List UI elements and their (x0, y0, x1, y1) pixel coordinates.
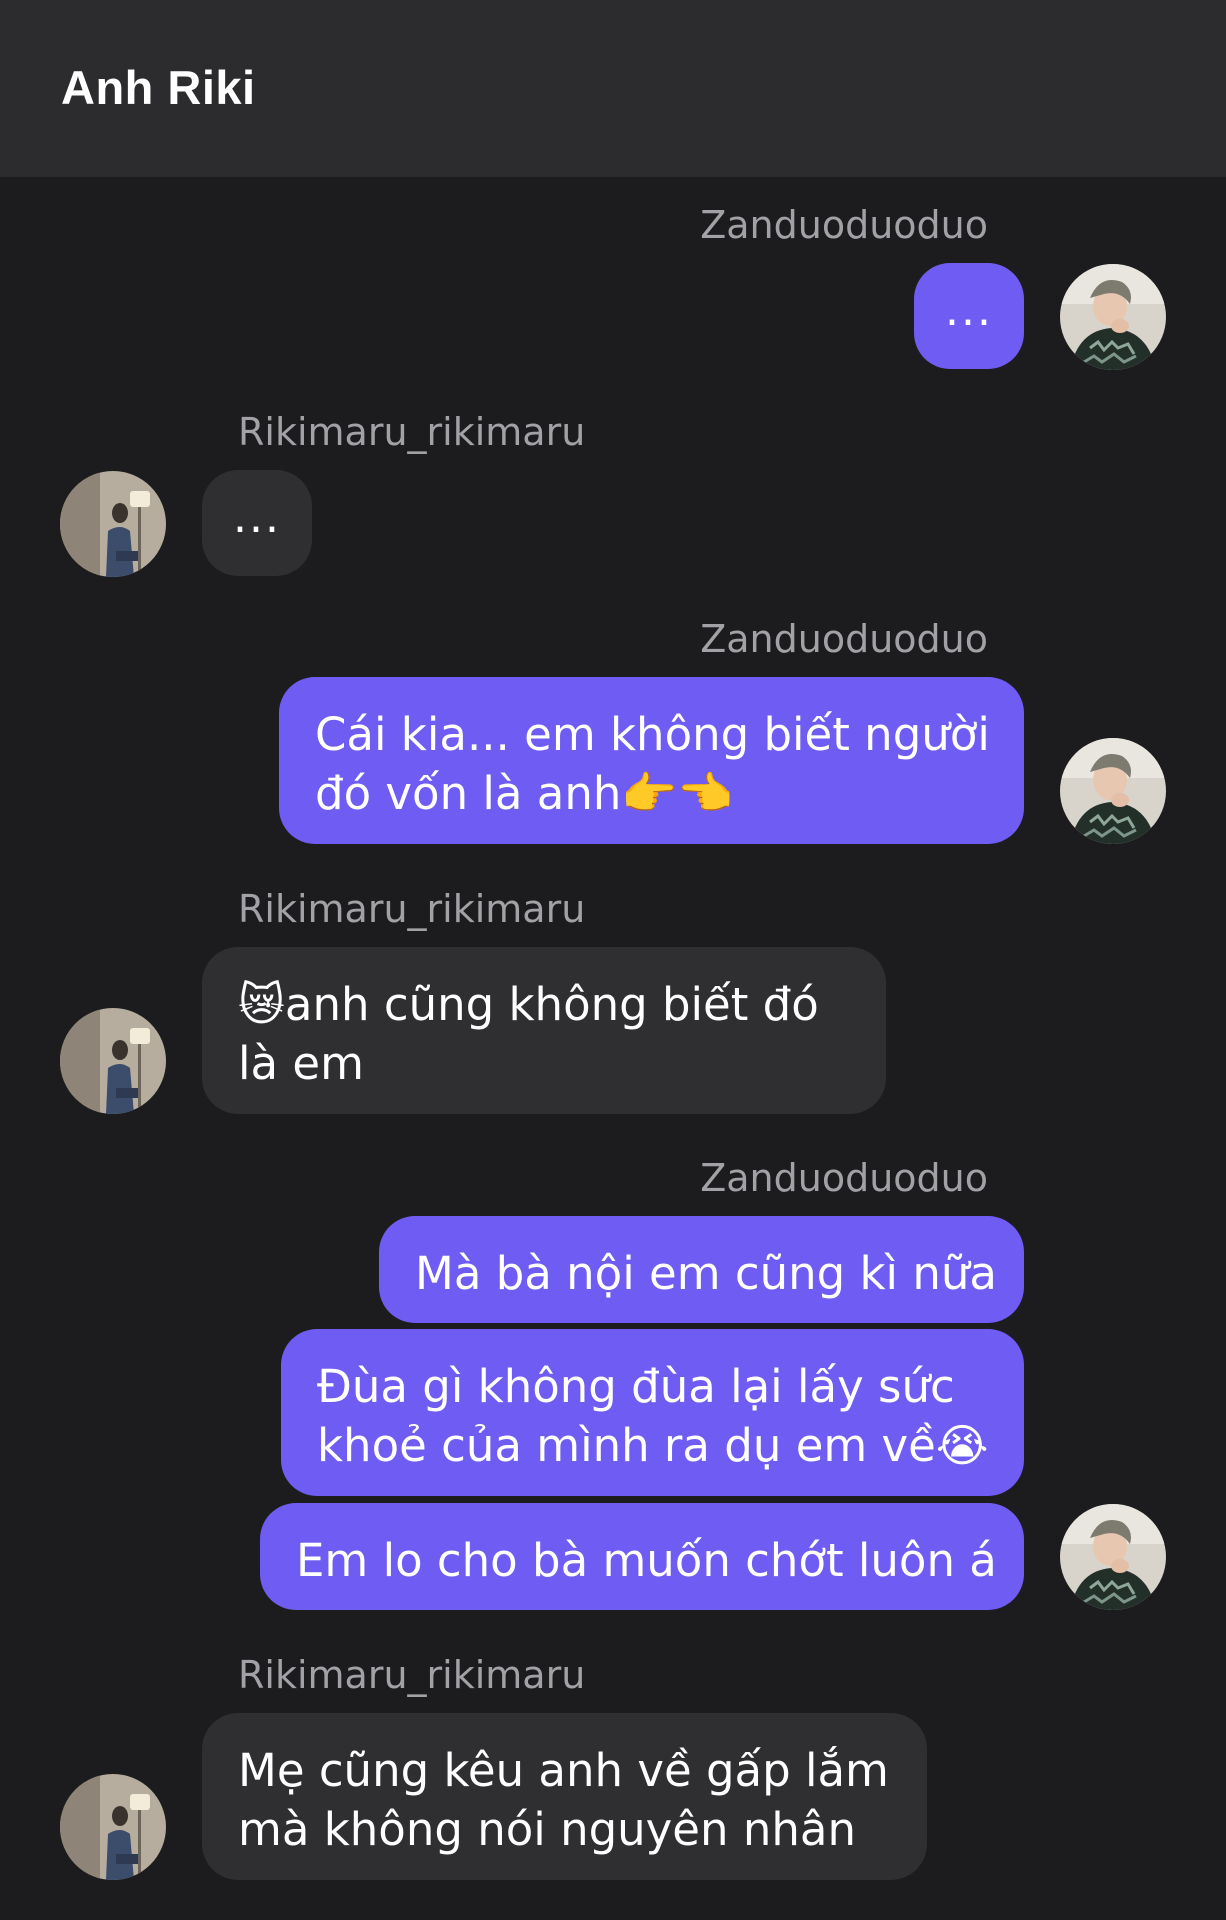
message-line: khoẻ của mình ra dụ em về😭 (317, 1419, 989, 1472)
avatar-other-image (60, 1008, 166, 1114)
incoming-message-bubble[interactable]: Mẹ cũng kêu anh về gấp lắm mà không nói … (202, 1713, 927, 1880)
message-text: ... (945, 285, 993, 336)
sender-name-me: Zanduoduoduo (700, 617, 988, 661)
avatar-me[interactable] (1060, 738, 1166, 844)
avatar-me-image (1060, 1504, 1166, 1610)
message-line: 😿anh cũng không biết đó (238, 978, 819, 1031)
chat-title[interactable]: Anh Riki (61, 60, 256, 115)
message-line: Mà bà nội em cũng kì nữa (415, 1247, 997, 1300)
avatar-me-image (1060, 738, 1166, 844)
message-line: Cái kia... em không biết người (315, 708, 990, 761)
avatar-other[interactable] (60, 1774, 166, 1880)
avatar-me[interactable] (1060, 1504, 1166, 1610)
message-text: ... (233, 492, 281, 543)
sender-name-other: Rikimaru_rikimaru (238, 1653, 586, 1697)
avatar-other[interactable] (60, 471, 166, 577)
message-line: mà không nói nguyên nhân (238, 1803, 856, 1856)
avatar-me-image (1060, 264, 1166, 370)
avatar-me[interactable] (1060, 264, 1166, 370)
outgoing-message-bubble[interactable]: Đùa gì không đùa lại lấy sức khoẻ của mì… (281, 1329, 1024, 1496)
outgoing-message-bubble[interactable]: Em lo cho bà muốn chớt luôn á (260, 1503, 1024, 1610)
sender-name-me: Zanduoduoduo (700, 1156, 988, 1200)
sender-name-me: Zanduoduoduo (700, 203, 988, 247)
message-line: Đùa gì không đùa lại lấy sức (317, 1360, 955, 1413)
avatar-other-image (60, 471, 166, 577)
incoming-message-bubble[interactable]: ... (202, 470, 312, 576)
message-line: đó vốn là anh👉👈 (315, 767, 734, 820)
message-line: Mẹ cũng kêu anh về gấp lắm (238, 1744, 889, 1797)
outgoing-message-bubble[interactable]: Cái kia... em không biết người đó vốn là… (279, 677, 1024, 844)
avatar-other[interactable] (60, 1008, 166, 1114)
sender-name-other: Rikimaru_rikimaru (238, 887, 586, 931)
incoming-message-bubble[interactable]: 😿anh cũng không biết đó là em (202, 947, 886, 1114)
avatar-other-image (60, 1774, 166, 1880)
outgoing-message-bubble[interactable]: ... (914, 263, 1024, 369)
outgoing-message-bubble[interactable]: Mà bà nội em cũng kì nữa (379, 1216, 1024, 1323)
message-line: là em (238, 1037, 364, 1090)
sender-name-other: Rikimaru_rikimaru (238, 410, 586, 454)
message-line: Em lo cho bà muốn chớt luôn á (296, 1534, 997, 1587)
chat-header: Anh Riki (0, 0, 1226, 177)
